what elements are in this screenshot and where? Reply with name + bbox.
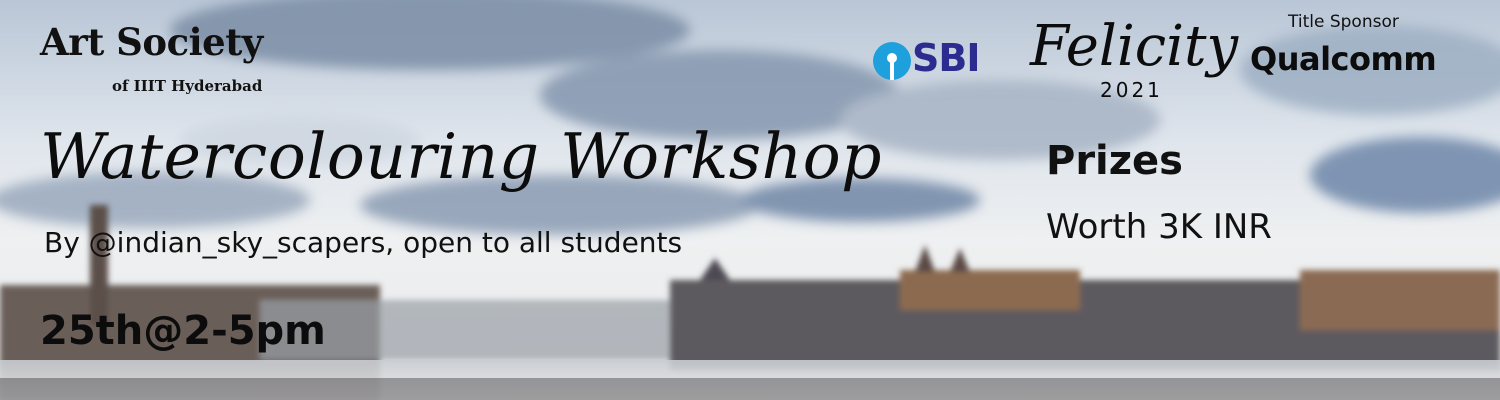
sbi-logo-text: SBI (912, 36, 980, 80)
prizes-heading: Prizes (1046, 138, 1183, 184)
organizer-subtitle: of IIIT Hyderabad (112, 77, 263, 95)
event-title: Watercolouring Workshop (40, 120, 882, 193)
organizer-name: Art Society (40, 20, 263, 64)
sponsor-label: Title Sponsor (1288, 12, 1399, 32)
felicity-year: 2021 (1100, 78, 1163, 102)
event-byline: By @indian_sky_scapers, open to all stud… (44, 226, 683, 259)
event-datetime: 25th@2-5pm (40, 308, 326, 354)
prizes-detail: Worth 3K INR (1046, 207, 1272, 247)
banner: Art Society of IIIT Hyderabad Watercolou… (0, 0, 1500, 400)
qualcomm-logo-text: Qualcomm (1250, 40, 1437, 78)
felicity-logo-text: Felicity (1030, 14, 1239, 79)
